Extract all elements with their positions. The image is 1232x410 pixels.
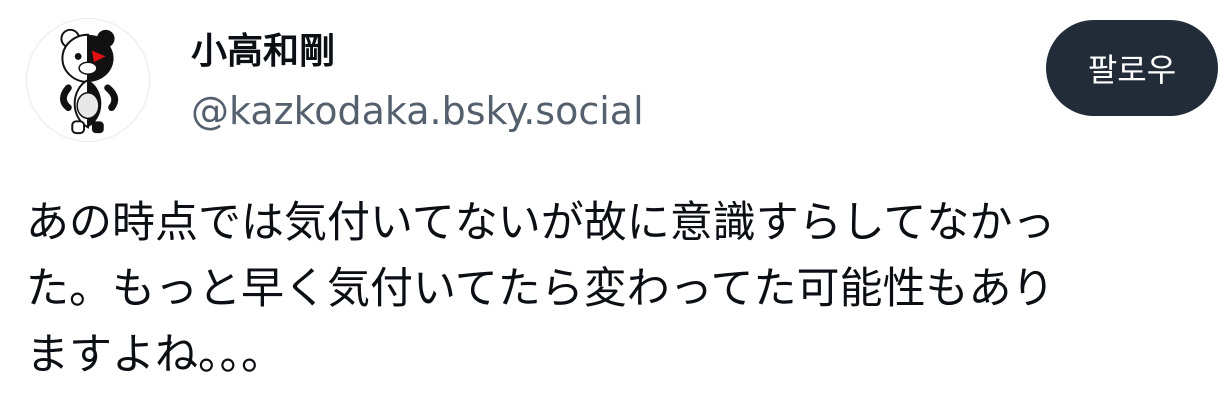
post-text-line: ますよね。。。 (26, 330, 284, 380)
bear-mascot-avatar-icon (59, 28, 119, 135)
post-card: 小高和剛 @kazkodaka.bsky.social 팔로우 あの時点では気付… (0, 0, 1232, 410)
post-text-line: あの時点では気付いてないが故に意識すらしてなかっ (26, 198, 1056, 248)
author-display-name[interactable]: 小高和剛 (191, 30, 335, 74)
author-handle[interactable]: @kazkodaka.bsky.social (191, 88, 644, 134)
author-avatar[interactable] (26, 18, 150, 142)
follow-button[interactable]: 팔로우 (1046, 20, 1218, 116)
post-text-line: た。もっと早く気付いてたら変わってた可能性もあり (26, 264, 1055, 314)
post-text: あの時点では気付いてないが故に意識すらしてなかっ た。もっと早く気付いてたら変わ… (26, 190, 1216, 388)
